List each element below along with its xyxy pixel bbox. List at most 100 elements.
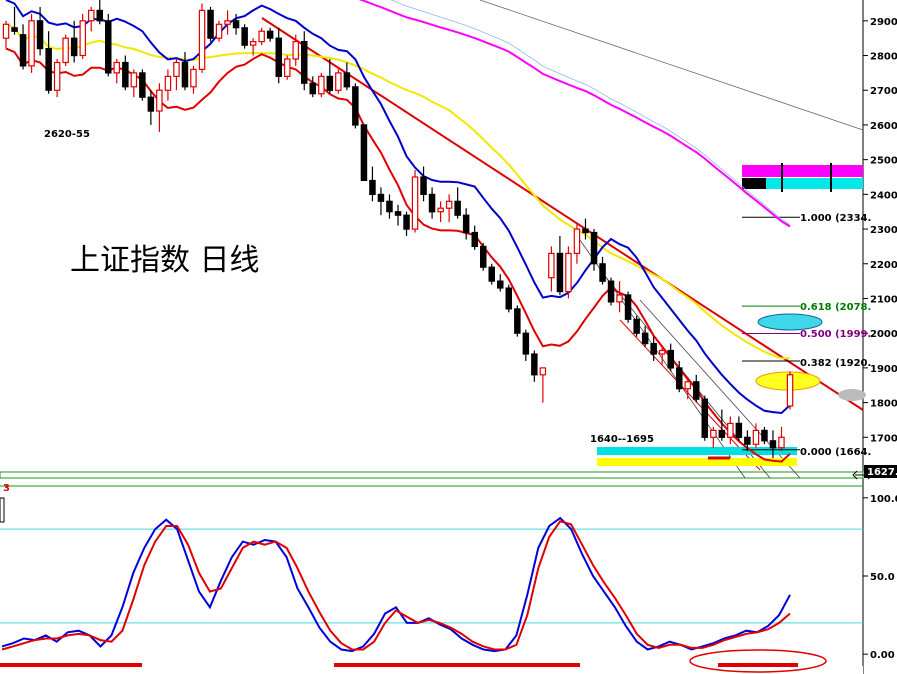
candle bbox=[488, 266, 496, 282]
price-tick-label: 2600.- bbox=[870, 121, 897, 132]
candle bbox=[249, 40, 257, 46]
chart-window: 3 2900.- 2800.- 2700.- 2600.- 2500.- 2400.- 23… bbox=[0, 0, 897, 674]
candle bbox=[164, 75, 172, 91]
candle bbox=[36, 20, 44, 50]
candle bbox=[266, 30, 274, 39]
candle bbox=[565, 252, 572, 293]
pane-divider[interactable] bbox=[0, 471, 864, 479]
candle bbox=[386, 200, 393, 213]
price-tick-label: 2400.- bbox=[870, 190, 897, 201]
candle bbox=[326, 75, 334, 91]
candle bbox=[650, 343, 657, 355]
candle bbox=[181, 61, 189, 88]
price-tick-label: 1900.- bbox=[870, 364, 897, 375]
candle bbox=[675, 367, 683, 390]
candle bbox=[454, 200, 461, 216]
candle bbox=[497, 280, 504, 289]
indicator-pane-number: 3 bbox=[3, 483, 10, 494]
candle bbox=[377, 193, 385, 202]
candle bbox=[624, 294, 632, 320]
time-axis-strip bbox=[0, 649, 863, 674]
candle bbox=[224, 20, 231, 25]
candle bbox=[445, 200, 453, 209]
candle bbox=[104, 20, 112, 74]
candle bbox=[684, 381, 691, 390]
candle bbox=[19, 34, 27, 67]
candle bbox=[394, 211, 402, 216]
candle bbox=[744, 436, 751, 445]
candle bbox=[522, 332, 530, 355]
price-tick-label: 1700.- bbox=[870, 433, 897, 444]
candle bbox=[582, 228, 589, 234]
candle bbox=[556, 252, 564, 293]
price-tick-label: 2800.- bbox=[870, 52, 897, 63]
candle bbox=[480, 245, 487, 268]
marker-block-black bbox=[742, 178, 766, 189]
candle bbox=[318, 75, 325, 95]
candle bbox=[701, 398, 708, 438]
candle bbox=[284, 58, 291, 77]
candle bbox=[505, 287, 513, 310]
candle bbox=[573, 228, 581, 255]
candle bbox=[403, 214, 410, 230]
candle bbox=[718, 429, 726, 438]
candle bbox=[207, 9, 214, 39]
candle bbox=[190, 68, 197, 88]
candle bbox=[292, 40, 300, 60]
candle bbox=[590, 231, 598, 265]
chart-canvas: 3 2900.- 2800.- 2700.- 2600.- 2500.- 2400.- 23… bbox=[0, 0, 897, 674]
time-range-marker bbox=[0, 663, 142, 667]
price-tick-label: 2000.- bbox=[870, 329, 897, 340]
time-range-marker bbox=[718, 663, 798, 667]
candle bbox=[735, 422, 743, 438]
candle bbox=[62, 37, 69, 64]
main-plot-area bbox=[0, 0, 863, 472]
support-zone-cyan bbox=[597, 447, 797, 455]
candle bbox=[258, 30, 265, 43]
shadow-ellipse bbox=[838, 389, 866, 401]
candle bbox=[778, 436, 785, 449]
candle bbox=[369, 179, 376, 195]
price-tick-label: 2500.- bbox=[870, 156, 897, 167]
candle bbox=[343, 72, 351, 88]
candle bbox=[360, 124, 368, 182]
candle bbox=[437, 207, 444, 213]
price-tick-label: 2200.- bbox=[870, 260, 897, 271]
candle bbox=[87, 9, 95, 22]
candle bbox=[79, 20, 86, 57]
candle bbox=[607, 280, 615, 303]
candle bbox=[241, 27, 248, 46]
candle bbox=[548, 252, 555, 279]
candle bbox=[539, 367, 547, 376]
candle bbox=[173, 61, 180, 77]
candle bbox=[53, 61, 61, 91]
candle bbox=[462, 214, 470, 234]
marker-block-cyan bbox=[766, 178, 863, 189]
candle bbox=[122, 61, 129, 88]
price-tick-label: 2700.- bbox=[870, 86, 897, 97]
candle bbox=[786, 374, 794, 407]
candle bbox=[692, 381, 700, 400]
marker-block-magenta bbox=[742, 165, 863, 177]
candle bbox=[215, 23, 223, 39]
candle bbox=[428, 193, 436, 213]
candle bbox=[130, 72, 138, 88]
candle bbox=[352, 86, 359, 126]
candle bbox=[139, 72, 146, 98]
candle bbox=[232, 20, 240, 29]
candle bbox=[335, 72, 342, 91]
candle bbox=[616, 294, 623, 303]
indicator-pane-handle[interactable] bbox=[0, 497, 5, 523]
candle bbox=[769, 440, 777, 449]
indicator-line-fast bbox=[1, 516, 791, 653]
candle bbox=[420, 176, 427, 195]
indicator-line-slow bbox=[1, 520, 791, 651]
candle bbox=[96, 9, 103, 22]
candle bbox=[198, 9, 206, 70]
candle bbox=[761, 429, 768, 442]
candle bbox=[514, 308, 521, 334]
candle bbox=[309, 82, 317, 95]
candle bbox=[531, 353, 538, 376]
candle bbox=[667, 349, 674, 369]
candle bbox=[2, 23, 10, 39]
